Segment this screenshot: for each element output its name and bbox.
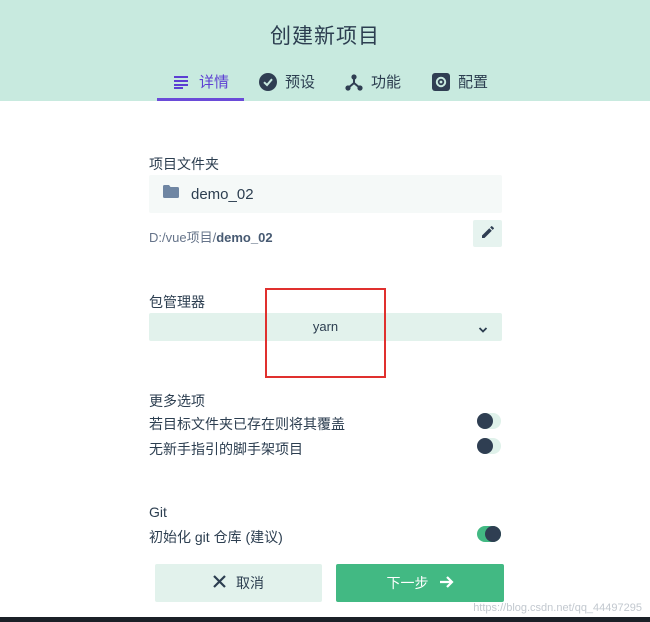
- branch-icon: [345, 73, 363, 91]
- close-icon: [213, 575, 226, 591]
- bottom-bar: [0, 617, 650, 622]
- tab-label: 详情: [199, 74, 230, 91]
- edit-path-button[interactable]: [473, 220, 502, 247]
- header: 创建新项目 详情 预设 功能 配置: [0, 0, 650, 101]
- chevron-down-icon: [478, 321, 488, 339]
- tab-details[interactable]: 详情: [173, 62, 229, 101]
- tab-config[interactable]: 配置: [432, 62, 488, 101]
- git-init-toggle[interactable]: [477, 526, 501, 542]
- next-label: 下一步: [386, 575, 429, 591]
- folder-path: D:/vue项目/demo_02: [149, 227, 273, 246]
- next-button[interactable]: 下一步: [336, 564, 504, 602]
- option-git-init: 初始化 git 仓库 (建议): [149, 525, 502, 545]
- folder-label: 项目文件夹: [149, 156, 219, 172]
- folder-path-name: demo_02: [216, 230, 273, 245]
- folder-icon: [163, 185, 179, 203]
- folder-name-input[interactable]: demo_02: [149, 175, 502, 213]
- cancel-label: 取消: [236, 575, 264, 591]
- option-skip-guide-label: 无新手指引的脚手架项目: [149, 441, 303, 457]
- option-overwrite: 若目标文件夹已存在则将其覆盖: [149, 412, 502, 432]
- check-circle-icon: [259, 72, 277, 91]
- highlight-box: [265, 288, 386, 378]
- skip-guide-toggle[interactable]: [477, 438, 501, 454]
- folder-name-value: demo_02: [191, 185, 254, 203]
- watermark: https://blog.csdn.net/qq_44497295: [473, 602, 642, 614]
- pencil-icon: [481, 225, 494, 243]
- git-label: Git: [149, 504, 167, 520]
- git-init-label: 初始化 git 仓库 (建议): [149, 529, 283, 545]
- list-icon: [173, 73, 191, 91]
- package-manager-label: 包管理器: [149, 294, 205, 310]
- option-overwrite-label: 若目标文件夹已存在则将其覆盖: [149, 416, 345, 432]
- tab-label: 功能: [371, 74, 402, 91]
- option-skip-guide: 无新手指引的脚手架项目: [149, 437, 502, 457]
- arrow-right-icon: [439, 575, 454, 592]
- tab-label: 配置: [458, 74, 489, 91]
- tab-bar: 详情 预设 功能 配置: [0, 62, 650, 101]
- more-options-label: 更多选项: [149, 393, 205, 409]
- tab-presets[interactable]: 预设: [259, 62, 315, 101]
- tab-features[interactable]: 功能: [345, 62, 401, 101]
- page-title: 创建新项目: [270, 25, 380, 48]
- folder-path-prefix: D:/vue项目/: [149, 230, 217, 245]
- cancel-button[interactable]: 取消: [155, 564, 322, 602]
- settings-icon: [432, 72, 450, 91]
- overwrite-toggle[interactable]: [477, 413, 501, 429]
- tab-label: 预设: [285, 74, 316, 91]
- active-tab-indicator: [157, 98, 244, 101]
